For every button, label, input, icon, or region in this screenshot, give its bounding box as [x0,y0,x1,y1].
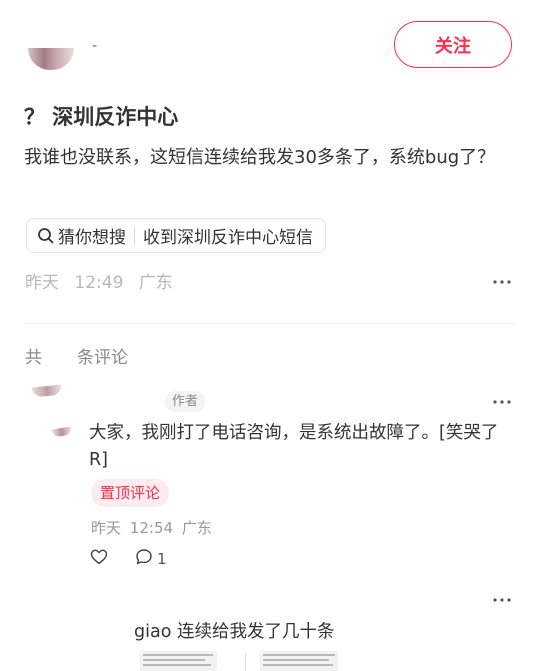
more-icon[interactable] [491,589,513,611]
note-title: ？ 深圳反诈中心 [24,105,179,129]
comment-location: 广东 [181,519,212,537]
search-icon [37,227,55,245]
section-divider [24,323,514,324]
thumbnail-divider [245,654,246,671]
commenter-avatar[interactable] [31,384,63,398]
comment-text: 大家，我刚打了电话咨询，是系统出故障了。[笑哭了R] [89,423,499,470]
comment-count: 共 条评论 [25,343,128,368]
note-date: 昨天 [25,273,59,293]
author-badge: 作者 [165,391,206,412]
author-name[interactable]: - [92,38,97,54]
note-time: 12:49 [74,273,124,293]
comment-bubble-icon [135,548,153,570]
note-description: 我谁也没联系，这短信连续给我发30多条了，系统bug了？ [24,147,496,168]
pinned-comment-tag: 置顶评论 [91,479,170,507]
suggested-search-chip[interactable]: 猜你想搜 收到深圳反诈中心短信 [26,218,326,253]
comment-text: giao 连续给我发了几十条 [134,622,335,642]
comment-image-thumbnail[interactable] [260,651,338,671]
comment-date: 昨天 [91,519,122,537]
search-chip-label: 猜你想搜 [58,228,126,248]
comment-image-thumbnail[interactable] [140,651,217,671]
heart-icon[interactable] [90,549,108,565]
more-icon[interactable] [491,391,513,413]
comment-meta: 昨天 12:54 广东 [91,517,212,538]
note-location: 广东 [138,273,173,293]
more-icon[interactable] [491,271,513,293]
comment-time: 12:54 [129,519,174,537]
author-avatar[interactable] [28,48,74,70]
reply-button[interactable]: 1 [135,548,167,570]
follow-button[interactable]: 关注 [394,21,512,68]
reply-count: 1 [157,550,167,568]
commenter-avatar-secondary [51,426,73,438]
search-chip-query: 收到深圳反诈中心短信 [143,228,313,248]
note-meta: 昨天 12:49 广东 [25,268,173,293]
chip-divider [134,226,135,245]
comment-count-suffix: 条评论 [77,348,128,368]
comment-count-prefix: 共 [25,348,42,368]
